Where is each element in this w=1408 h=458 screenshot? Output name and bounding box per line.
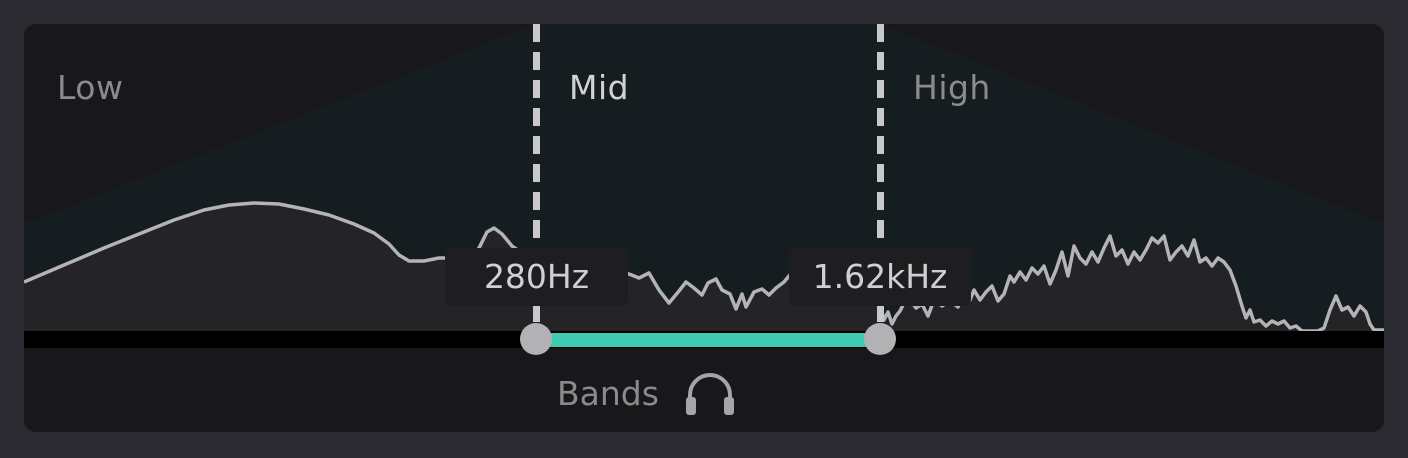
- crossover-handle-low-mid[interactable]: [520, 323, 552, 355]
- crossover-frequency-mid-high: 1.62kHz: [789, 248, 971, 306]
- bands-label: Bands: [557, 373, 659, 413]
- headphones-icon: [685, 373, 734, 415]
- crossover-handle-mid-high[interactable]: [864, 323, 896, 355]
- crossover-panel: Low Mid High 280Hz 1.62kHz Bands: [24, 24, 1384, 432]
- band-label-high: High: [913, 68, 991, 107]
- band-label-mid: Mid: [569, 68, 630, 107]
- bands-solo-toggle[interactable]: Bands: [557, 368, 737, 418]
- mid-band-range-fill: [536, 333, 880, 347]
- band-label-low: Low: [57, 68, 124, 107]
- crossover-frequency-low-mid: 280Hz: [445, 248, 628, 306]
